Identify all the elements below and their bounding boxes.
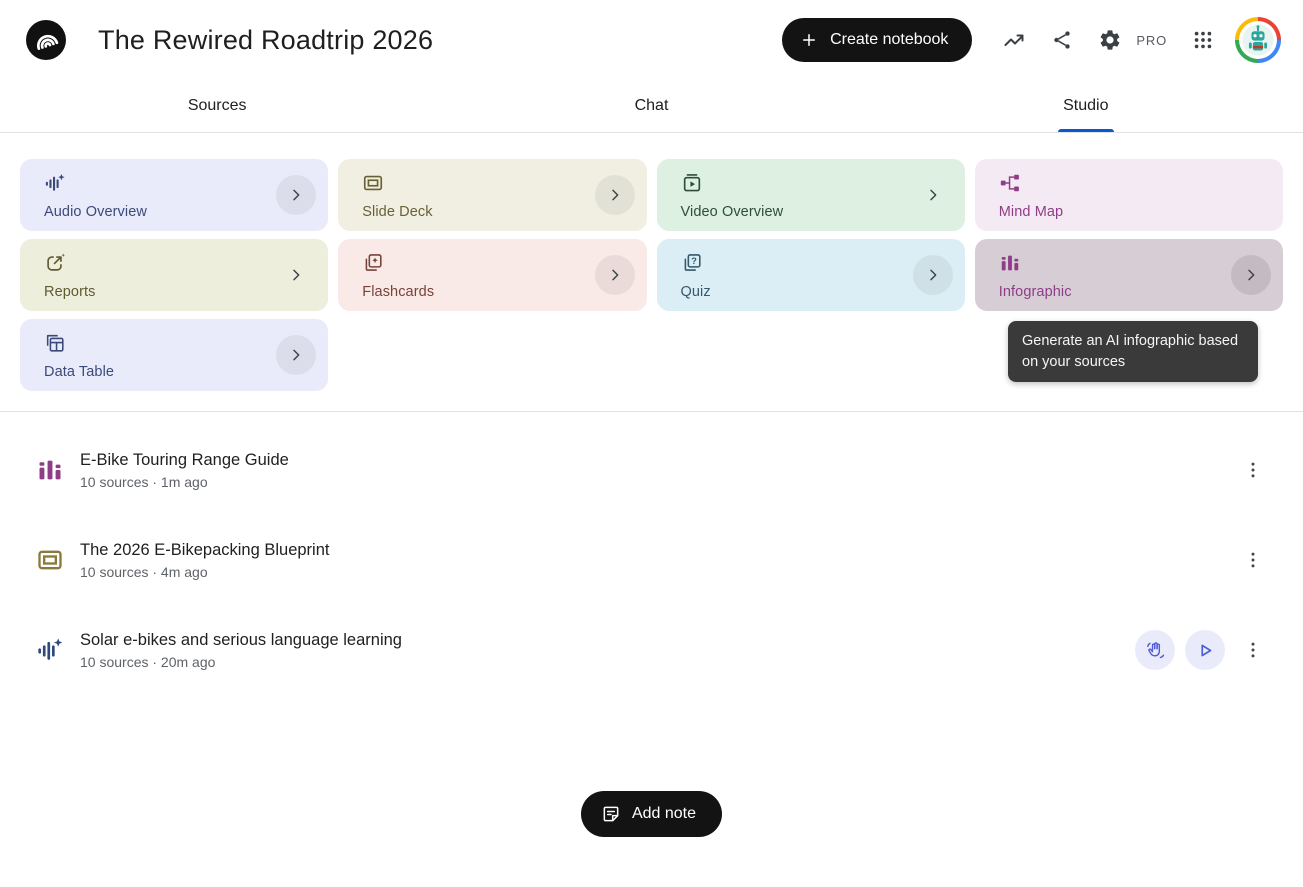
data-table-icon bbox=[44, 332, 66, 354]
notebooklm-logo[interactable] bbox=[26, 20, 66, 60]
card-label: Quiz bbox=[681, 284, 905, 300]
studio-card-mind-map[interactable]: Mind Map bbox=[975, 159, 1283, 231]
interactive-mode-button[interactable] bbox=[1135, 630, 1175, 670]
pro-badge: PRO bbox=[1136, 33, 1167, 48]
studio-card-video-overview[interactable]: Video Overview bbox=[657, 159, 965, 231]
app-header: The Rewired Roadtrip 2026 Create noteboo… bbox=[0, 0, 1303, 80]
infographic-tooltip: Generate an AI infographic based on your… bbox=[1008, 321, 1258, 382]
slide-deck-icon bbox=[362, 172, 384, 194]
studio-card-audio-overview[interactable]: Audio Overview bbox=[20, 159, 328, 231]
open-audio-overview-button[interactable] bbox=[276, 175, 316, 215]
artifact-text: The 2026 E-Bikepacking Blueprint 10 sour… bbox=[80, 541, 1225, 580]
open-infographic-button[interactable] bbox=[1231, 255, 1271, 295]
trending-up-icon[interactable] bbox=[994, 20, 1034, 60]
settings-gear-icon[interactable] bbox=[1090, 20, 1130, 60]
open-quiz-button[interactable] bbox=[913, 255, 953, 295]
studio-card-infographic[interactable]: Infographic bbox=[975, 239, 1283, 311]
flashcards-icon bbox=[362, 252, 384, 274]
tab-studio-label: Studio bbox=[1063, 97, 1108, 114]
play-icon bbox=[1195, 640, 1216, 661]
plus-icon bbox=[800, 31, 818, 49]
open-video-overview-button[interactable] bbox=[913, 175, 953, 215]
reports-icon bbox=[44, 252, 66, 274]
infographic-bars-icon bbox=[36, 456, 64, 484]
artifact-text: E-Bike Touring Range Guide 10 sources · … bbox=[80, 451, 1225, 490]
active-tab-underline bbox=[1058, 129, 1114, 132]
waving-hand-icon bbox=[1145, 640, 1166, 661]
audio-waveform-sparkle-icon bbox=[36, 636, 64, 664]
infographic-bars-icon bbox=[999, 252, 1021, 274]
studio-card-flashcards[interactable]: Flashcards bbox=[338, 239, 646, 311]
card-label: Infographic bbox=[999, 284, 1223, 300]
artifact-menu-button[interactable] bbox=[1241, 450, 1265, 490]
artifact-row-audio-overview[interactable]: Solar e-bikes and serious language learn… bbox=[20, 605, 1265, 695]
studio-card-reports[interactable]: Reports bbox=[20, 239, 328, 311]
studio-card-data-table[interactable]: Data Table bbox=[20, 319, 328, 391]
artifact-row-slide-deck[interactable]: The 2026 E-Bikepacking Blueprint 10 sour… bbox=[20, 515, 1265, 605]
artifact-menu-button[interactable] bbox=[1241, 540, 1265, 580]
artifact-meta: 10 sources · 1m ago bbox=[80, 474, 1225, 490]
card-label: Audio Overview bbox=[44, 204, 268, 220]
audio-waveform-sparkle-icon bbox=[44, 172, 66, 194]
open-flashcards-button[interactable] bbox=[595, 255, 635, 295]
card-label: Slide Deck bbox=[362, 204, 586, 220]
artifact-meta: 10 sources · 4m ago bbox=[80, 564, 1225, 580]
card-label: Data Table bbox=[44, 364, 268, 380]
open-reports-button[interactable] bbox=[276, 255, 316, 295]
panel-tabs: Sources Chat Studio bbox=[0, 80, 1303, 133]
artifact-menu-button[interactable] bbox=[1241, 630, 1265, 670]
artifact-meta: 10 sources · 20m ago bbox=[80, 654, 1125, 670]
studio-card-slide-deck[interactable]: Slide Deck bbox=[338, 159, 646, 231]
card-label: Mind Map bbox=[999, 204, 1223, 220]
open-data-table-button[interactable] bbox=[276, 335, 316, 375]
quiz-icon: ? bbox=[681, 252, 703, 274]
slide-deck-icon bbox=[36, 546, 64, 574]
apps-grid-icon[interactable] bbox=[1183, 20, 1223, 60]
studio-card-quiz[interactable]: ? Quiz bbox=[657, 239, 965, 311]
artifact-row-infographic[interactable]: E-Bike Touring Range Guide 10 sources · … bbox=[20, 425, 1265, 515]
video-overview-icon bbox=[681, 172, 703, 194]
create-notebook-label: Create notebook bbox=[830, 31, 948, 49]
add-note-button[interactable]: Add note bbox=[581, 791, 722, 837]
artifact-title: E-Bike Touring Range Guide bbox=[80, 451, 1225, 470]
artifact-title: Solar e-bikes and serious language learn… bbox=[80, 631, 1125, 650]
footer: Add note bbox=[0, 791, 1303, 837]
create-notebook-button[interactable]: Create notebook bbox=[782, 18, 972, 62]
tab-studio[interactable]: Studio bbox=[869, 80, 1303, 132]
artifact-text: Solar e-bikes and serious language learn… bbox=[80, 631, 1125, 670]
studio-panel: Audio Overview Slide Deck Video Overview… bbox=[0, 133, 1303, 412]
share-icon[interactable] bbox=[1042, 20, 1082, 60]
card-label: Flashcards bbox=[362, 284, 586, 300]
avatar-robot-image bbox=[1239, 21, 1277, 59]
tab-sources[interactable]: Sources bbox=[0, 80, 434, 132]
open-slide-deck-button[interactable] bbox=[595, 175, 635, 215]
play-button[interactable] bbox=[1185, 630, 1225, 670]
svg-text:?: ? bbox=[691, 256, 697, 266]
notebook-title[interactable]: The Rewired Roadtrip 2026 bbox=[98, 25, 782, 56]
card-label: Reports bbox=[44, 284, 268, 300]
note-icon bbox=[601, 804, 621, 824]
tab-chat[interactable]: Chat bbox=[434, 80, 868, 132]
mind-map-icon bbox=[999, 172, 1021, 194]
avatar[interactable] bbox=[1235, 17, 1281, 63]
artifact-title: The 2026 E-Bikepacking Blueprint bbox=[80, 541, 1225, 560]
artifact-list: E-Bike Touring Range Guide 10 sources · … bbox=[0, 412, 1303, 695]
add-note-label: Add note bbox=[632, 805, 696, 823]
card-label: Video Overview bbox=[681, 204, 905, 220]
